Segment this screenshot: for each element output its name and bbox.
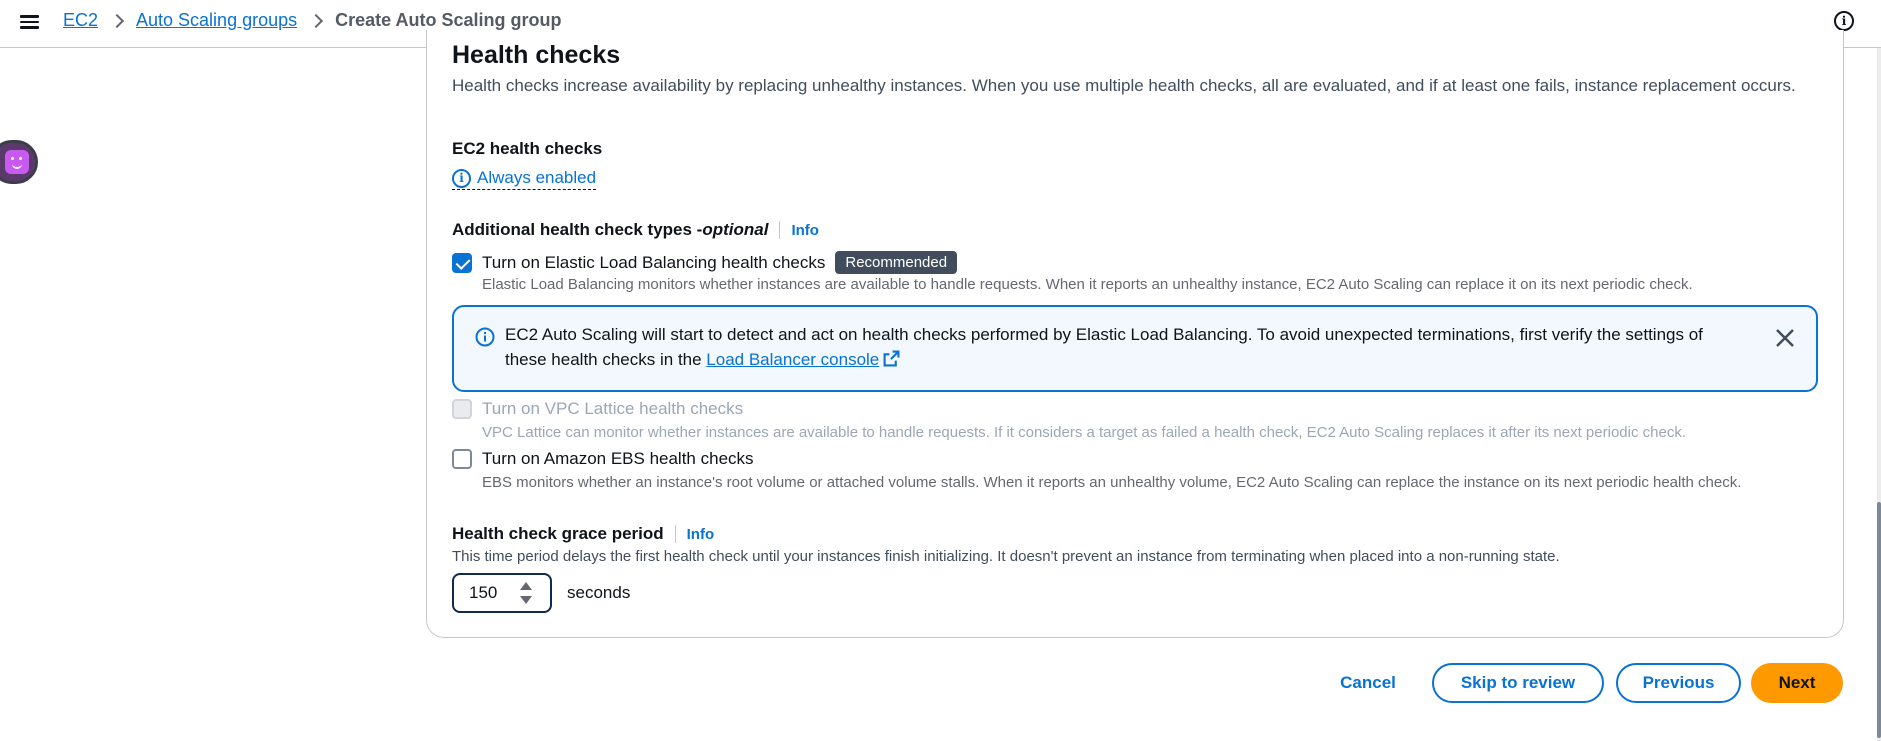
skip-to-review-button[interactable]: Skip to review xyxy=(1432,663,1604,703)
breadcrumb-current: Create Auto Scaling group xyxy=(335,10,562,30)
vpc-lattice-health-check-label: Turn on VPC Lattice health checks xyxy=(482,399,744,418)
divider xyxy=(674,525,676,543)
vpc-lattice-health-check-description: VPC Lattice can monitor whether instance… xyxy=(482,424,1686,441)
grace-period-title-text: Health check grace period xyxy=(452,524,664,543)
always-enabled-popover[interactable]: i Always enabled xyxy=(452,168,597,190)
ec2-health-checks-title: EC2 health checks xyxy=(452,139,603,158)
close-icon[interactable] xyxy=(1774,327,1796,349)
menu-icon[interactable] xyxy=(20,12,40,32)
section-description: Health checks increase availability by r… xyxy=(452,76,1796,95)
cancel-button[interactable]: Cancel xyxy=(1326,663,1410,703)
vpc-lattice-health-check-option: Turn on VPC Lattice health checks xyxy=(452,399,743,419)
alert-text: EC2 Auto Scaling will start to detect an… xyxy=(505,325,1703,369)
alert-message: EC2 Auto Scaling will start to detect an… xyxy=(505,322,1725,372)
grace-period-title: Health check grace period Info xyxy=(452,524,714,544)
breadcrumb-ec2[interactable]: EC2 xyxy=(63,10,98,31)
elb-health-check-label[interactable]: Turn on Elastic Load Balancing health ch… xyxy=(482,253,825,273)
always-enabled-label: Always enabled xyxy=(477,168,597,187)
section-title: Health checks xyxy=(452,41,621,69)
breadcrumb: EC2 Auto Scaling groups Create Auto Scal… xyxy=(63,10,561,31)
info-icon: i xyxy=(452,168,471,188)
external-link-icon[interactable] xyxy=(883,350,900,367)
info-icon[interactable]: i xyxy=(1834,11,1854,31)
info-link[interactable]: Info xyxy=(791,222,819,239)
grace-period-units: seconds xyxy=(567,583,631,602)
previous-button[interactable]: Previous xyxy=(1616,663,1741,703)
breadcrumb-auto-scaling-groups[interactable]: Auto Scaling groups xyxy=(136,10,297,31)
info-icon xyxy=(475,327,495,347)
elb-health-check-checkbox[interactable] xyxy=(452,252,472,273)
elb-health-check-description: Elastic Load Balancing monitors whether … xyxy=(482,276,1693,293)
recommended-badge: Recommended xyxy=(835,251,958,274)
assistant-launcher-button[interactable] xyxy=(0,140,38,184)
ebs-health-check-description: EBS monitors whether an instance's root … xyxy=(482,474,1742,491)
grace-period-description: This time period delays the first health… xyxy=(452,548,1560,565)
chevron-right-icon xyxy=(109,13,125,28)
info-link[interactable]: Info xyxy=(687,526,715,543)
chevron-right-icon xyxy=(309,13,324,28)
load-balancer-console-link[interactable]: Load Balancer console xyxy=(706,350,879,369)
elb-health-check-option: Turn on Elastic Load Balancing health ch… xyxy=(452,251,958,274)
grace-period-value: 150 xyxy=(469,583,498,602)
ebs-health-check-label[interactable]: Turn on Amazon EBS health checks xyxy=(482,449,754,469)
grace-period-input[interactable]: 150 xyxy=(452,573,552,613)
next-button[interactable]: Next xyxy=(1751,663,1843,703)
additional-title-text: Additional health check types - xyxy=(452,220,703,239)
ebs-health-check-checkbox[interactable] xyxy=(452,449,472,469)
assistant-icon xyxy=(5,150,29,174)
vpc-lattice-health-check-checkbox[interactable] xyxy=(452,399,472,419)
number-stepper-icon[interactable] xyxy=(520,582,532,606)
ebs-health-check-option: Turn on Amazon EBS health checks xyxy=(452,449,754,469)
optional-label: optional xyxy=(702,220,769,239)
additional-health-check-types-title: Additional health check types - optional… xyxy=(452,220,819,240)
divider xyxy=(779,221,781,239)
info-alert: EC2 Auto Scaling will start to detect an… xyxy=(452,305,1818,392)
scrollbar-thumb[interactable] xyxy=(1877,502,1881,738)
